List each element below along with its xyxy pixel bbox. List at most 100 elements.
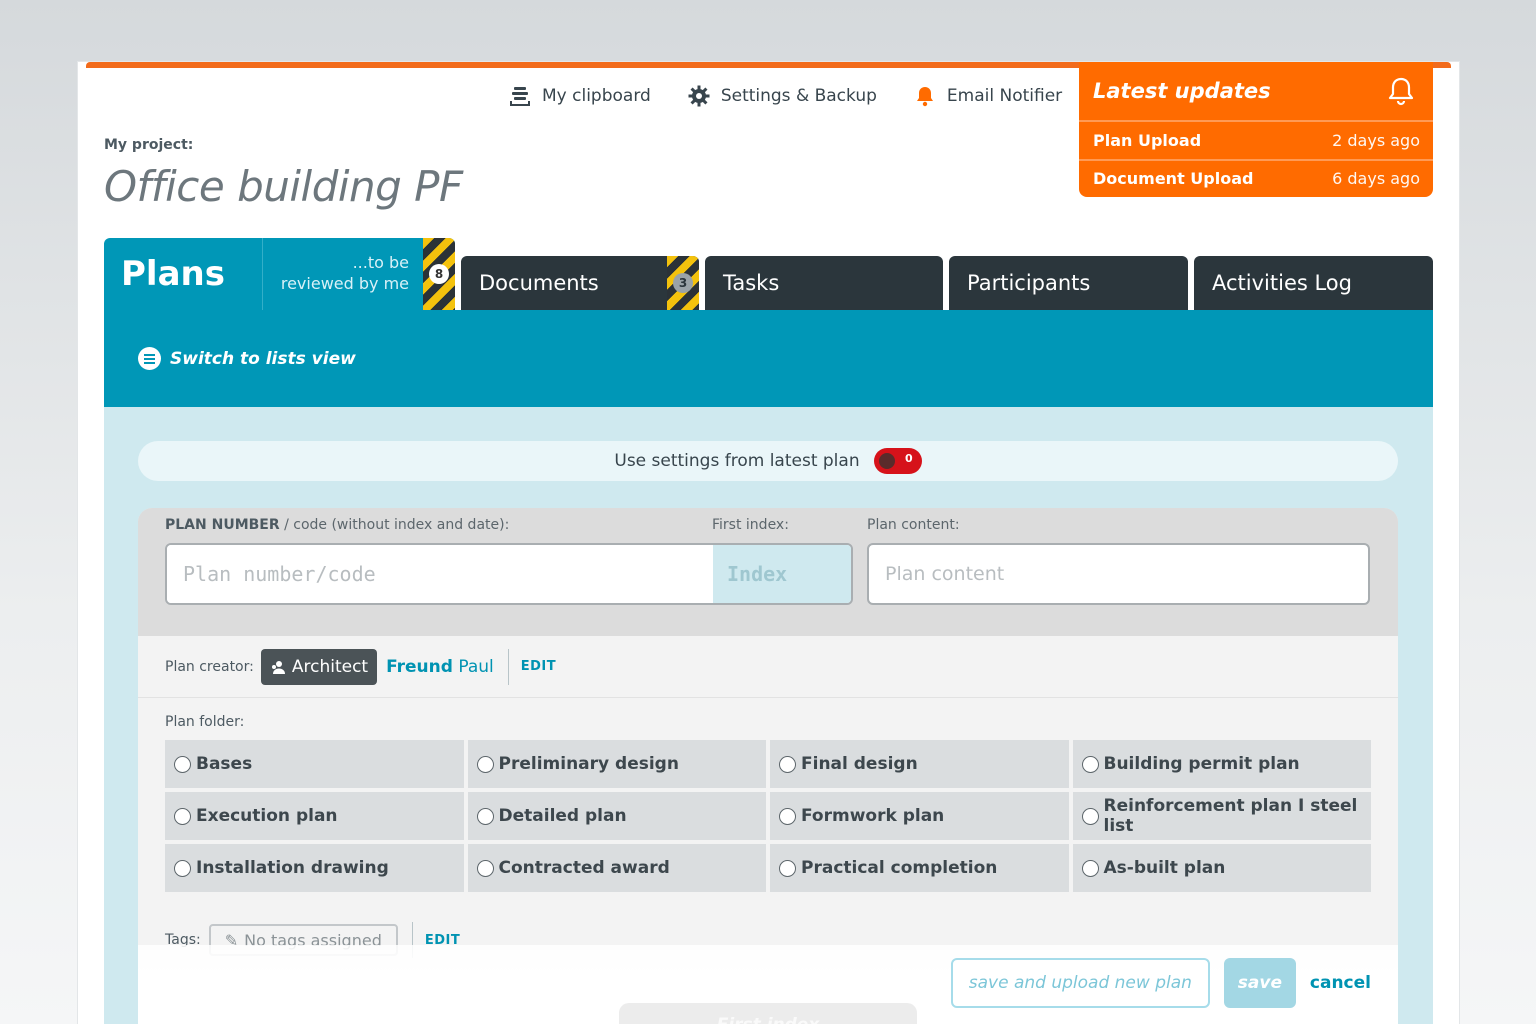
new-plan-form: PLAN NUMBER / code (without index and da…: [138, 508, 1398, 1024]
radio-button[interactable]: [779, 807, 796, 825]
save-button[interactable]: save: [1223, 958, 1296, 1008]
edit-creator-link[interactable]: EDIT: [521, 659, 556, 674]
notifier-label: Email Notifier: [946, 86, 1063, 106]
tab-documents[interactable]: Documents 3: [461, 256, 699, 310]
tab-tasks[interactable]: Tasks: [705, 256, 943, 310]
update-item[interactable]: Plan Upload 2 days ago: [1079, 122, 1433, 159]
radio-button[interactable]: [476, 755, 494, 773]
folder-option[interactable]: Contracted award: [467, 844, 766, 892]
list-icon: [138, 347, 161, 370]
documents-badge: 3: [667, 256, 699, 310]
first-index-input[interactable]: [713, 545, 851, 603]
latest-settings-toggle[interactable]: 0: [873, 448, 922, 474]
gear-icon: [688, 85, 710, 107]
to-review-line2: reviewed by me: [280, 274, 409, 293]
folder-name: Installation drawing: [196, 858, 389, 878]
folder-name: As-built plan: [1103, 858, 1226, 878]
toggle-knob: [878, 453, 895, 469]
settings-backup-link[interactable]: Settings & Backup: [687, 82, 877, 110]
email-notifier-link[interactable]: Email Notifier: [913, 82, 1062, 110]
tab-divider: [262, 238, 263, 310]
folder-option[interactable]: Building permit plan: [1072, 740, 1371, 788]
review-badge: 8: [423, 238, 455, 310]
tab-activities-label: Activities Log: [1212, 271, 1352, 295]
plan-number-input[interactable]: [167, 545, 713, 603]
settings-label: Settings & Backup: [720, 86, 877, 106]
creator-role: Architect: [291, 656, 369, 677]
plan-content-input[interactable]: [867, 543, 1370, 605]
radio-button[interactable]: [1081, 807, 1099, 825]
plan-content-label: Plan content:: [867, 517, 960, 533]
radio-button[interactable]: [476, 807, 494, 825]
plans-toolbar: Switch to lists view: [104, 310, 1433, 407]
updates-header: Latest updates: [1079, 62, 1433, 122]
tab-participants-label: Participants: [967, 271, 1091, 295]
radio-button[interactable]: [1081, 859, 1099, 877]
updates-title: Latest updates: [1093, 79, 1271, 103]
folder-option[interactable]: Final design: [770, 740, 1069, 788]
save-and-upload-button[interactable]: save and upload new plan: [950, 958, 1210, 1008]
top-navigation: My clipboard Settings & Backup Email Not…: [508, 82, 1062, 110]
radio-button[interactable]: [1081, 755, 1099, 773]
plan-number-group: [165, 543, 853, 605]
folder-name: Contracted award: [498, 858, 670, 878]
documents-count: 3: [673, 273, 693, 293]
folder-option[interactable]: Formwork plan: [770, 792, 1069, 840]
radio-button[interactable]: [174, 807, 191, 825]
folder-option[interactable]: Preliminary design: [467, 740, 766, 788]
main-tabs: Plans ...to be reviewed by me 8 Document…: [104, 238, 1433, 310]
to-review-filter[interactable]: ...to be reviewed by me: [281, 252, 409, 294]
folder-name: Formwork plan: [801, 806, 945, 826]
bell-outline-icon[interactable]: [1385, 75, 1417, 107]
app-window: My clipboard Settings & Backup Email Not…: [78, 62, 1459, 1024]
tab-activities-log[interactable]: Activities Log: [1194, 256, 1433, 310]
tab-participants[interactable]: Participants: [949, 256, 1188, 310]
update-item[interactable]: Document Upload 6 days ago: [1079, 159, 1433, 196]
plan-number-label: PLAN NUMBER / code (without index and da…: [165, 517, 509, 533]
first-index-ghost: First index: [619, 1003, 917, 1024]
tab-plans-label: Plans: [121, 254, 225, 294]
folder-option[interactable]: Detailed plan: [467, 792, 766, 840]
clipboard-icon: [510, 87, 530, 106]
folder-option[interactable]: Execution plan: [165, 792, 464, 840]
folder-name: Preliminary design: [498, 754, 679, 774]
folder-option[interactable]: Reinforcement plan I steel list: [1072, 792, 1371, 840]
settings-bar: Use settings from latest plan 0: [138, 441, 1398, 481]
folder-option[interactable]: Installation drawing: [165, 844, 464, 892]
cancel-link[interactable]: cancel: [1310, 973, 1371, 993]
radio-button[interactable]: [174, 859, 191, 877]
folder-name: Practical completion: [801, 858, 998, 878]
folder-option[interactable]: As-built plan: [1072, 844, 1371, 892]
user-group-icon: [271, 660, 285, 674]
plan-folder-options: Bases Preliminary design Final design Bu…: [165, 740, 1371, 892]
radio-button[interactable]: [779, 755, 796, 773]
creator-first-name: Freund: [386, 656, 453, 677]
folder-name: Bases: [196, 754, 253, 774]
form-actions: save and upload new plan save cancel: [950, 958, 1371, 1008]
project-label: My project:: [104, 137, 194, 153]
project-title: Office building PF: [104, 162, 463, 211]
first-index-label: First index:: [712, 517, 789, 533]
update-name: Plan Upload: [1093, 131, 1202, 150]
to-review-line1: ...to be: [352, 253, 409, 272]
radio-button[interactable]: [174, 755, 191, 773]
folder-name: Reinforcement plan I steel list: [1103, 796, 1358, 836]
folder-option[interactable]: Practical completion: [770, 844, 1069, 892]
update-time: 2 days ago: [1332, 131, 1420, 150]
plan-folder-label: Plan folder:: [165, 714, 245, 730]
review-count: 8: [429, 264, 449, 284]
folder-name: Final design: [801, 754, 918, 774]
folder-option[interactable]: Bases: [165, 740, 464, 788]
tab-plans[interactable]: Plans ...to be reviewed by me 8: [104, 238, 455, 310]
switch-to-lists-view[interactable]: Switch to lists view: [138, 347, 356, 370]
tab-tasks-label: Tasks: [723, 271, 780, 295]
creator-name: Freund Paul: [386, 657, 494, 677]
radio-button[interactable]: [476, 859, 494, 877]
plan-creator-row: Plan creator: Architect Freund Paul EDIT: [138, 636, 1398, 698]
clipboard-link[interactable]: My clipboard: [508, 82, 651, 110]
radio-button[interactable]: [779, 859, 796, 877]
toggle-state: 0: [904, 452, 913, 465]
folder-name: Detailed plan: [498, 806, 627, 826]
creator-role-chip: Architect: [260, 648, 378, 685]
update-name: Document Upload: [1093, 169, 1254, 188]
